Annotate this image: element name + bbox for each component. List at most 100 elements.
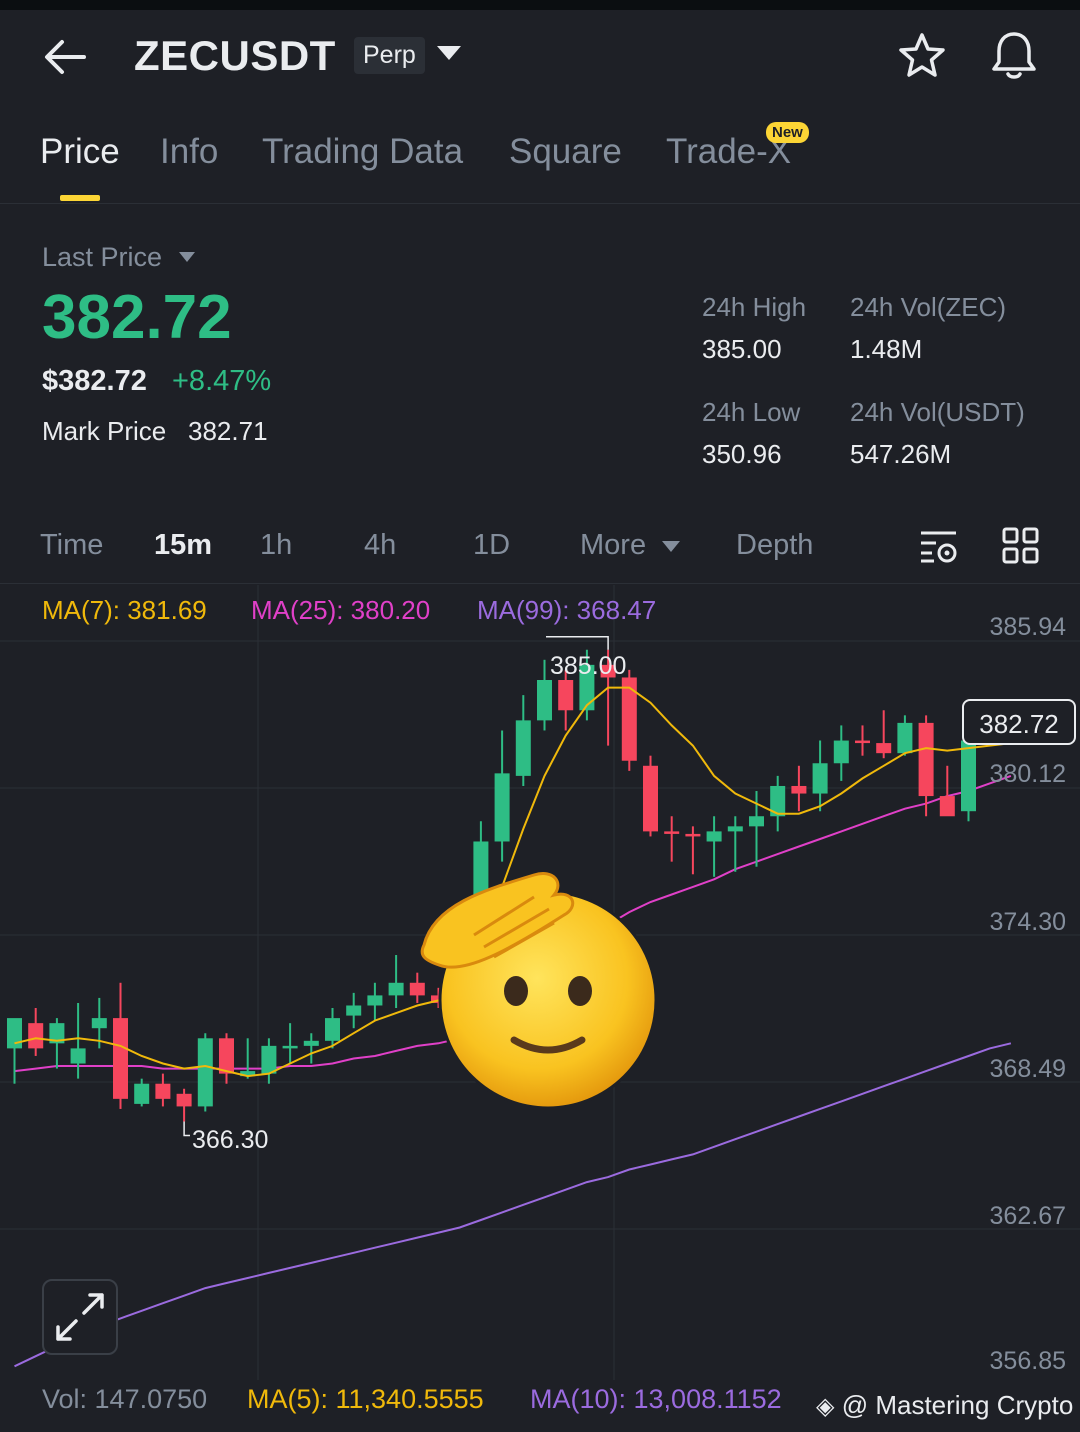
low-24h-label: 24h Low [702,397,801,427]
candle-body [812,763,828,794]
last-price: 382.72 [42,283,232,352]
y-axis-tick: 356.85 [989,1347,1066,1375]
symbol-dropdown-icon[interactable] [437,46,461,60]
candle-body [176,1093,192,1107]
volume-value: Vol: 147.0750 [42,1384,208,1414]
candle-body [918,722,934,797]
expand-chart-button[interactable] [42,1279,118,1355]
more-dropdown-icon[interactable] [662,541,680,552]
low-annotation-leader [183,1121,190,1137]
candle-body [621,677,637,761]
low-price-annotation: 366.30 [192,1126,269,1154]
vol-usdt-label: 24h Vol(USDT) [850,397,1025,427]
candle-body [303,1040,319,1046]
candle-body [897,722,913,754]
mark-price-label: Mark Price [42,416,167,446]
timeframe-4h[interactable]: 4h [364,529,396,562]
candle-body [113,1018,128,1099]
tab-info[interactable]: Info [160,132,218,172]
low-24h-value: 350.96 [702,439,782,469]
candle-body [558,679,574,711]
candle-body [261,1045,277,1074]
current-price-tag: 382.72 [962,699,1076,745]
y-axis-tick: 368.49 [989,1055,1066,1083]
high-annotation-leader [546,635,609,650]
header: ZECUSDT Perp [0,10,1080,105]
saluting-face-emoji-sticker [420,872,658,1110]
timeframe-bar: Time 15m 1h 4h 1D More Depth [0,515,1080,584]
timeframe-15m[interactable]: 15m [154,529,212,562]
candle-body [346,1005,362,1016]
timeframe-more[interactable]: More [580,529,646,562]
candle-body [28,1023,44,1049]
candle-body [727,826,743,832]
volume-bar: Vol: 147.0750 MA(5): 11,340.5555 MA(10):… [0,1380,1080,1432]
expand-arrows-icon [56,1293,104,1341]
candle-body [134,1083,150,1104]
candle-body [515,720,531,776]
candle-body [537,679,552,721]
candle-body [219,1038,234,1074]
contract-type-badge: Perp [354,37,425,74]
y-axis-tick: 380.12 [989,760,1066,788]
candle-body [876,743,892,754]
high-24h-value: 385.00 [702,334,782,364]
back-arrow-icon[interactable] [40,32,90,82]
candle-body [282,1045,298,1049]
vol-zec-label: 24h Vol(ZEC) [850,292,1007,322]
y-axis-tick: 385.94 [989,613,1066,641]
candle-body [664,831,680,834]
star-favorite-icon[interactable] [896,30,948,82]
candle-body [961,740,976,812]
symbol-title[interactable]: ZECUSDT [134,32,336,80]
candle-body [70,1048,86,1064]
timeframe-1d[interactable]: 1D [473,529,510,562]
volume-ma5: MA(5): 11,340.5555 [247,1384,484,1414]
tab-trading-data[interactable]: Trading Data [262,132,463,172]
candle-body [855,740,870,744]
y-axis-tick: 362.67 [989,1202,1066,1230]
timeframe-1h[interactable]: 1h [260,529,292,562]
candle-body [791,785,807,794]
depth-tab[interactable]: Depth [736,529,813,562]
usd-price: $382.72 [42,365,147,397]
high-24h-label: 24h High [702,292,807,322]
timeframe-time[interactable]: Time [40,529,103,562]
vol-usdt-value: 547.26M [850,439,952,469]
candle-body [494,773,510,842]
watermark-label: @ Mastering Crypto [841,1390,1074,1420]
last-price-label[interactable]: Last Price [42,242,162,273]
ma7-indicator: MA(7): 381.69 [42,595,207,625]
new-badge: New [766,122,809,143]
active-tab-indicator [60,195,100,201]
watermark-text: ◈ @ Mastering Crypto [816,1390,1073,1421]
candle-body [643,765,658,832]
ma99-indicator: MA(99): 368.47 [477,595,657,625]
binance-diamond-icon: ◈ [816,1393,835,1420]
chart-settings-icon[interactable] [918,525,960,567]
candle-body [749,816,764,827]
candle-body [388,982,404,996]
candle-body [833,740,849,764]
candle-body [939,796,955,817]
y-axis-tick: 374.30 [989,908,1066,936]
status-strip [0,0,1080,10]
bell-notification-icon[interactable] [988,28,1040,82]
volume-ma10: MA(10): 13,008.1152 [530,1384,782,1414]
ma25-indicator: MA(25): 380.20 [251,595,431,625]
price-change-percent: +8.47% [172,365,272,397]
candle-body [91,1018,107,1029]
candle-body [197,1038,213,1107]
vol-zec-value: 1.48M [850,334,923,364]
tab-bar: Price Info Trading Data Square Trade-X N… [0,118,1080,204]
candle-body [325,1018,340,1041]
candle-body [155,1083,171,1099]
candle-body [367,995,383,1006]
tab-square[interactable]: Square [509,132,622,172]
grid-layout-icon[interactable] [1000,525,1042,567]
last-price-dropdown-icon[interactable] [179,252,195,262]
tab-price[interactable]: Price [40,132,120,172]
candle-body [685,833,701,837]
high-price-annotation: 385.00 [550,652,627,680]
candle-body [7,1018,22,1049]
